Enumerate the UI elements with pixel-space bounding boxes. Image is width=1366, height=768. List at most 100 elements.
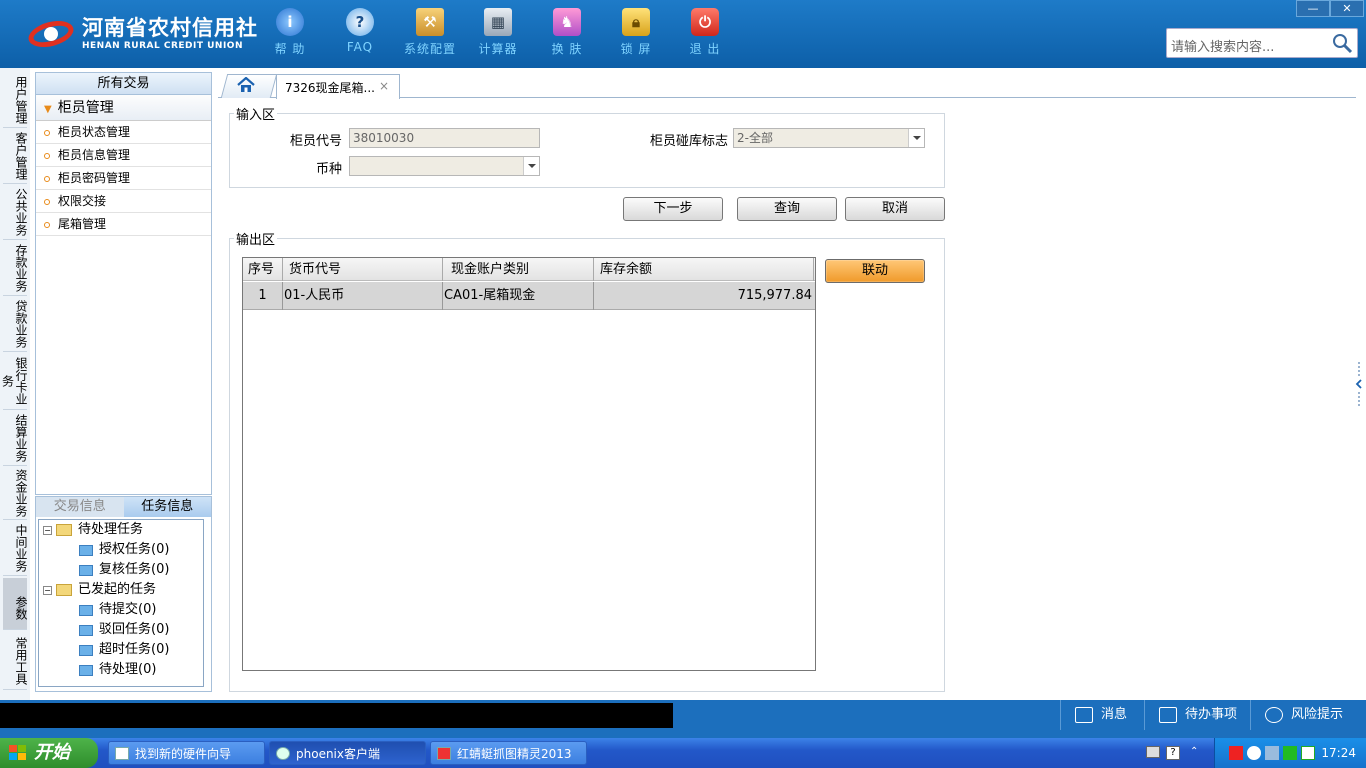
security-icon[interactable] <box>1283 746 1297 760</box>
next-step-button[interactable]: 下一步 <box>623 197 723 221</box>
messages-button[interactable]: 消息 <box>1060 700 1144 730</box>
exit-button[interactable]: ⏻ 退 出 <box>675 8 735 57</box>
brand-name-cn: 河南省农村信用社 <box>82 16 258 40</box>
vtab-parameters[interactable]: 参数 <box>3 578 28 630</box>
collapse-icon[interactable]: − <box>43 525 52 535</box>
taskbar-item-screenshot-tool[interactable]: 红蜻蜓抓图精灵2013 <box>430 741 587 765</box>
tray-app-icon[interactable] <box>1229 746 1243 760</box>
column-header-currency[interactable]: 货币代号 <box>283 258 443 281</box>
menu-item-cash-box[interactable]: 尾箱管理 <box>36 213 211 236</box>
calculator-button[interactable]: ▦ 计算器 <box>468 8 528 57</box>
tab-current[interactable]: 7326现金尾箱... × <box>276 74 400 99</box>
vtab-user-management[interactable]: 用户管理 <box>3 72 28 128</box>
vault-flag-select[interactable]: 2-全部 <box>733 128 925 148</box>
tree-node-auth-task[interactable]: 授权任务(0) <box>79 540 169 560</box>
collapse-icon[interactable]: − <box>43 585 52 595</box>
vtab-customer-management[interactable]: 客户管理 <box>3 128 28 184</box>
collapse-panel-icon[interactable] <box>1355 362 1363 406</box>
menu-item-teller-status[interactable]: 柜员状态管理 <box>36 121 211 144</box>
bullet-icon <box>44 152 50 159</box>
vtab-public-business[interactable]: 公共业务 <box>3 184 28 240</box>
tree-node-timeout[interactable]: 超时任务(0) <box>79 640 169 660</box>
search-input[interactable]: 请输入搜索内容... <box>1171 36 1274 55</box>
column-header-balance[interactable]: 库存余额 <box>594 258 814 281</box>
tree-node-initiated[interactable]: − 已发起的任务 <box>43 580 156 600</box>
tree-node-review-task[interactable]: 复核任务(0) <box>79 560 169 580</box>
vtab-settlement-business[interactable]: 结算业务 <box>3 410 28 466</box>
menu-header[interactable]: 所有交易 <box>36 73 211 95</box>
task-panel: 交易信息 任务信息 − 待处理任务 授权任务(0) 复核任务(0) − 已发起的任务… <box>35 496 212 692</box>
tree-node-to-submit[interactable]: 待提交(0) <box>79 600 156 620</box>
faq-button[interactable]: ? FAQ <box>330 8 390 54</box>
vtab-intermediate-business[interactable]: 中间业务 <box>3 520 28 576</box>
column-header-no[interactable]: 序号 <box>243 258 283 281</box>
os-taskbar: 开始 找到新的硬件向导 phoenix客户端 红蜻蜓抓图精灵2013 ? ⌃ 1… <box>0 738 1366 768</box>
tree-node-pending[interactable]: − 待处理任务 <box>43 520 143 540</box>
tree-node-to-process[interactable]: 待处理(0) <box>79 660 156 680</box>
column-header-account-type[interactable]: 现金账户类别 <box>443 258 594 281</box>
vtab-fund-business[interactable]: 资金业务 <box>3 466 28 520</box>
help-icon[interactable]: ? <box>1166 746 1180 760</box>
currency-select[interactable] <box>349 156 540 176</box>
bullet-icon <box>44 129 50 136</box>
app-header: 河南省农村信用社 HENAN RURAL CREDIT UNION i 帮 助 … <box>0 0 1366 68</box>
cancel-button[interactable]: 取消 <box>845 197 945 221</box>
taskbar-item-phoenix-client[interactable]: phoenix客户端 <box>269 741 426 765</box>
vtab-bank-card-business[interactable]: 银行卡业务 <box>1 352 28 410</box>
menu-item-teller-info[interactable]: 柜员信息管理 <box>36 144 211 167</box>
menu-group-label: 柜员管理 <box>57 100 114 116</box>
risk-alert-button[interactable]: 风险提示 <box>1250 700 1366 730</box>
teller-code-field[interactable]: 38010030 <box>349 128 540 148</box>
network-icon[interactable] <box>1247 746 1261 760</box>
vpn-icon[interactable] <box>1301 746 1315 760</box>
vtab-common-tools[interactable]: 常用工具 <box>3 632 28 690</box>
cell-currency: 01-人民币 <box>283 282 443 310</box>
skin-button[interactable]: ♞ 换 肤 <box>537 8 597 57</box>
start-button[interactable]: 开始 <box>0 738 98 768</box>
folder-icon <box>56 584 72 596</box>
task-icon <box>79 664 93 676</box>
tab-current-label: 7326现金尾箱... <box>285 81 375 95</box>
menu-item-teller-password[interactable]: 柜员密码管理 <box>36 167 211 190</box>
power-icon: ⏻ <box>691 8 719 36</box>
tab-task-info[interactable]: 任务信息 <box>123 497 211 517</box>
currency-label: 币种 <box>315 162 342 177</box>
lock-screen-button[interactable]: 🔒︎ 锁 屏 <box>606 8 666 57</box>
envelope-icon <box>1075 707 1093 723</box>
triangle-down-icon: ▼ <box>44 104 52 115</box>
home-icon[interactable] <box>236 77 256 93</box>
vtab-loan-business[interactable]: 贷款业务 <box>3 296 28 352</box>
clock[interactable]: 17:24 <box>1321 738 1356 768</box>
minimize-button[interactable]: — <box>1296 0 1330 17</box>
search-box[interactable]: 请输入搜索内容... <box>1166 28 1358 58</box>
vtab-deposit-business[interactable]: 存款业务 <box>3 240 28 296</box>
table-row[interactable]: 1 01-人民币 CA01-尾箱现金 715,977.84 <box>243 282 815 310</box>
close-window-button[interactable]: ✕ <box>1330 0 1364 17</box>
logo-icon <box>24 16 78 52</box>
checkbox-icon <box>1159 707 1177 723</box>
chevron-down-icon[interactable] <box>908 129 924 147</box>
expand-tray-icon[interactable]: ⌃ <box>1190 746 1200 760</box>
tab-strip: 7326现金尾箱... × <box>218 72 1356 99</box>
help-button[interactable]: i 帮 助 <box>260 8 320 57</box>
task-icon <box>79 644 93 656</box>
todo-button[interactable]: 待办事项 <box>1144 700 1250 730</box>
bullet-icon <box>44 221 50 228</box>
link-button[interactable]: 联动 <box>825 259 925 283</box>
close-tab-icon[interactable]: × <box>379 79 389 93</box>
display-icon[interactable] <box>1265 746 1279 760</box>
menu-panel: 所有交易 ▼ 柜员管理 柜员状态管理 柜员信息管理 柜员密码管理 权限交接 尾箱管… <box>35 72 212 495</box>
menu-group-teller[interactable]: ▼ 柜员管理 <box>36 95 211 121</box>
chevron-down-icon[interactable] <box>523 157 539 175</box>
menu-item-permission-handover[interactable]: 权限交接 <box>36 190 211 213</box>
brand-name-en: HENAN RURAL CREDIT UNION <box>82 41 243 51</box>
status-message-area <box>0 703 673 728</box>
search-icon[interactable] <box>1331 32 1353 54</box>
keyboard-icon[interactable] <box>1146 746 1160 758</box>
task-icon <box>79 604 93 616</box>
query-button[interactable]: 查询 <box>737 197 837 221</box>
system-config-button[interactable]: ⚒ 系统配置 <box>400 8 460 57</box>
taskbar-item-hardware-wizard[interactable]: 找到新的硬件向导 <box>108 741 265 765</box>
tab-trade-info[interactable]: 交易信息 <box>36 497 124 517</box>
tree-node-rejected[interactable]: 驳回任务(0) <box>79 620 169 640</box>
